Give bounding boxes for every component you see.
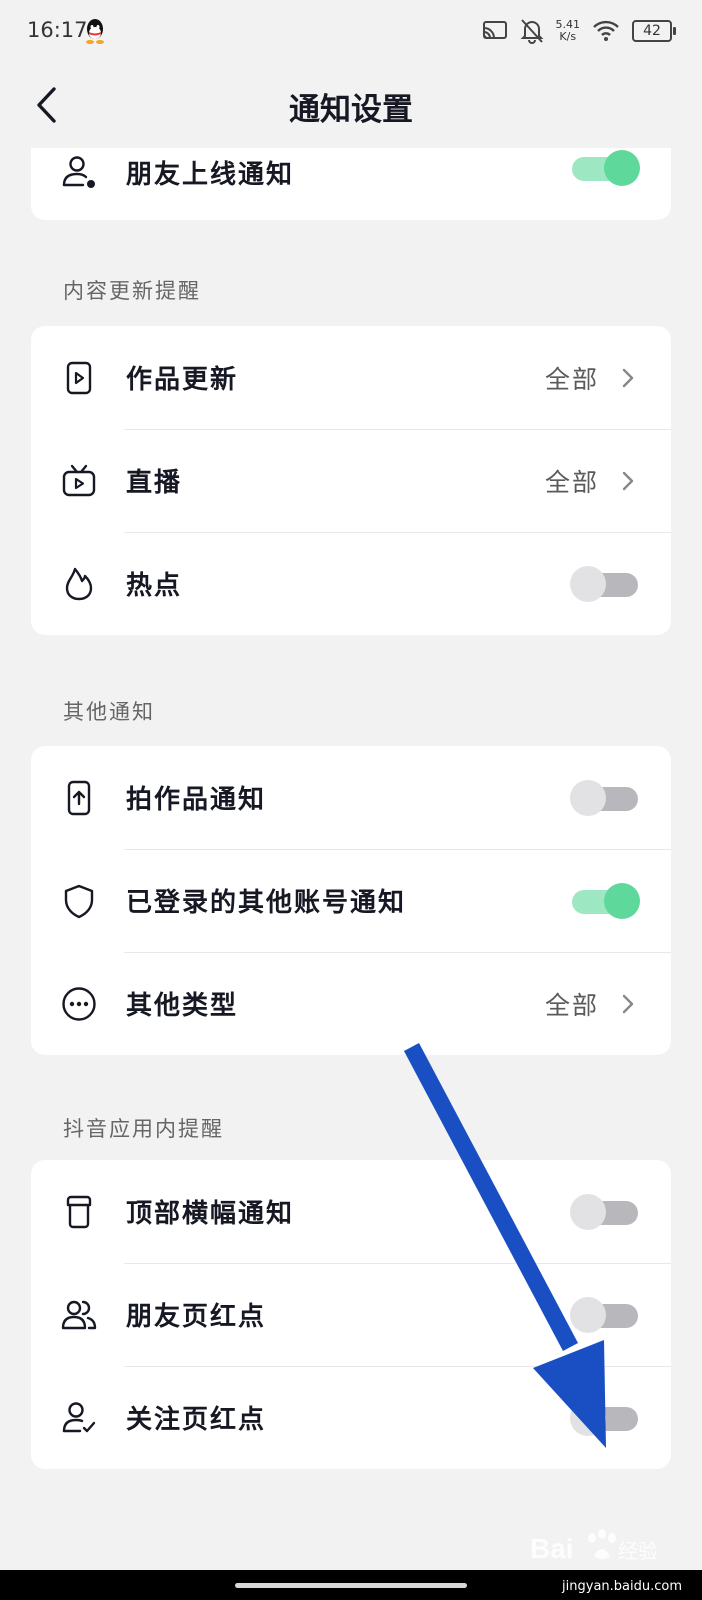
hot-toggle[interactable]	[570, 565, 640, 602]
friends-online-toggle[interactable]	[570, 150, 640, 186]
flame-icon	[65, 567, 93, 600]
shoot-works-toggle[interactable]	[570, 779, 640, 816]
home-indicator[interactable]	[235, 1583, 467, 1588]
status-bar: 16:17 5.41 K/s 42	[0, 0, 702, 62]
page-title: 通知设置	[289, 92, 413, 128]
setting-label: 关注页红点	[126, 1405, 267, 1435]
card-in-app: 顶部横幅通知 朋友页红点 关注页红点	[31, 1160, 671, 1469]
baidu-watermark-logo: Bai 经验	[530, 1529, 656, 1564]
banner-icon	[66, 1195, 92, 1228]
cast-icon	[482, 21, 507, 39]
status-icons: 5.41 K/s 42	[482, 16, 676, 46]
setting-label: 作品更新	[126, 365, 239, 395]
person-check-icon	[62, 1401, 96, 1432]
other-accounts-toggle[interactable]	[570, 882, 640, 919]
tv-icon	[62, 464, 96, 496]
svg-text:Bai: Bai	[530, 1533, 574, 1564]
setting-row-live[interactable]: 直播 全部	[31, 429, 671, 532]
wifi-icon	[593, 20, 619, 41]
setting-label: 朋友上线通知	[126, 160, 295, 190]
setting-label: 已登录的其他账号通知	[126, 888, 407, 918]
setting-row-other-accounts: 已登录的其他账号通知	[31, 849, 671, 952]
friends-dot-toggle[interactable]	[570, 1296, 640, 1333]
setting-label: 拍作品通知	[126, 785, 267, 815]
setting-label: 直播	[126, 468, 183, 498]
section-title-in-app: 抖音应用内提醒	[63, 1117, 224, 1141]
nav-header: 通知设置	[0, 62, 702, 148]
top-banner-toggle[interactable]	[570, 1193, 640, 1230]
setting-label: 顶部横幅通知	[126, 1199, 295, 1229]
follow-dot-toggle[interactable]	[570, 1399, 640, 1436]
setting-value: 全部	[544, 467, 599, 497]
shield-icon	[64, 884, 94, 918]
network-speed: 5.41 K/s	[555, 18, 581, 43]
setting-row-other-types[interactable]: 其他类型 全部	[31, 952, 671, 1055]
watermark-url: jingyan.baidu.com	[562, 1579, 682, 1594]
setting-row-friends-dot: 朋友页红点	[31, 1263, 671, 1366]
section-title-other: 其他通知	[63, 700, 155, 724]
friends-icon	[61, 1300, 97, 1329]
setting-value: 全部	[544, 364, 599, 394]
person-dot-icon	[62, 156, 95, 188]
setting-row-shoot-works: 拍作品通知	[31, 746, 671, 849]
bell-mute-icon	[520, 19, 543, 44]
setting-value: 全部	[544, 990, 599, 1020]
setting-label: 朋友页红点	[126, 1302, 267, 1332]
chevron-right-icon	[622, 368, 634, 387]
svg-text:经验: 经验	[618, 1540, 656, 1563]
setting-row-works-update[interactable]: 作品更新 全部	[31, 326, 671, 429]
battery-indicator: 42	[632, 20, 676, 42]
phone-upload-icon	[67, 780, 91, 815]
chevron-right-icon	[622, 471, 634, 490]
video-play-icon	[66, 361, 92, 394]
section-title-content-update: 内容更新提醒	[63, 279, 201, 303]
chevron-right-icon	[622, 994, 634, 1013]
more-circle-icon	[62, 986, 96, 1021]
status-time: 16:17	[27, 18, 88, 42]
card-content-update: 作品更新 全部 直播 全部 热点	[31, 326, 671, 635]
card-other: 拍作品通知 已登录的其他账号通知 其他类型 全部	[31, 746, 671, 1055]
setting-row-top-banner: 顶部横幅通知	[31, 1160, 671, 1263]
setting-label: 其他类型	[126, 991, 239, 1021]
setting-row-hot: 热点	[31, 532, 671, 635]
setting-row-follow-dot: 关注页红点	[31, 1366, 671, 1469]
qq-icon	[86, 19, 104, 44]
setting-label: 热点	[126, 571, 183, 601]
